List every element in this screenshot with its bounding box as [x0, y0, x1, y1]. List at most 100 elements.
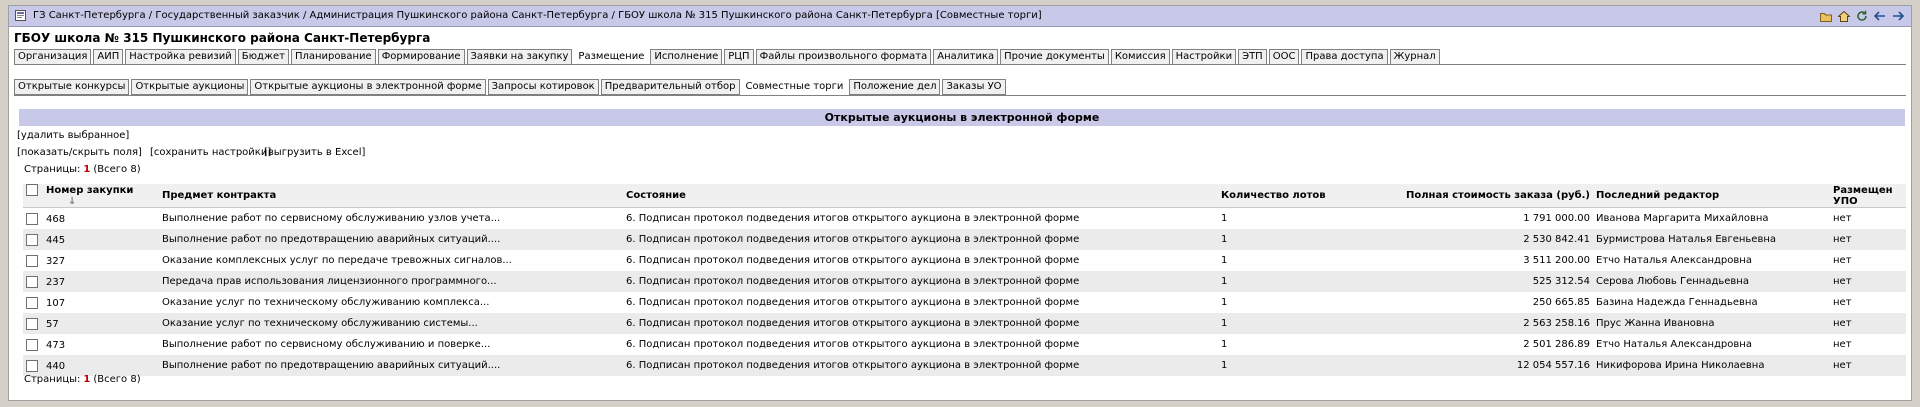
- purchase-number[interactable]: 107: [46, 298, 65, 309]
- tab-main-1[interactable]: АИП: [93, 49, 124, 65]
- tab-main-4[interactable]: Планирование: [290, 49, 376, 65]
- purchase-number[interactable]: 473: [46, 340, 65, 351]
- select-all-checkbox[interactable]: [26, 184, 38, 196]
- cell-number: 237: [23, 271, 159, 292]
- cell-number: 445: [23, 229, 159, 250]
- tab-sub-1[interactable]: Открытые аукционы: [131, 79, 249, 95]
- cell-upo: нет: [1830, 334, 1906, 355]
- refresh-icon[interactable]: [1855, 9, 1869, 23]
- tab-main-9[interactable]: РЦП: [724, 49, 754, 65]
- tab-sub-0[interactable]: Открытые конкурсы: [14, 79, 130, 95]
- export-excel-link[interactable]: [выгрузить в Excel]: [264, 147, 365, 158]
- cell-state: 6. Подписан протокол подведения итогов о…: [623, 292, 1218, 313]
- home-icon[interactable]: [1837, 9, 1851, 23]
- tab-main-8[interactable]: Исполнение: [650, 49, 723, 65]
- col-header-upo[interactable]: Размещен УПО: [1830, 184, 1906, 208]
- table-row[interactable]: 468 Выполнение работ по сервисному обслуж…: [23, 207, 1906, 229]
- page-link[interactable]: 1: [83, 164, 90, 175]
- tab-main-16[interactable]: ООС: [1268, 49, 1300, 65]
- tab-main-6[interactable]: Заявки на закупку: [466, 49, 573, 65]
- tab-main-5[interactable]: Формирование: [377, 49, 465, 65]
- toggle-fields-link[interactable]: [показать/скрыть поля]: [17, 147, 142, 158]
- col-header-cost[interactable]: Полная стоимость заказа (руб.): [1367, 184, 1593, 208]
- row-checkbox[interactable]: [26, 296, 38, 309]
- row-checkbox[interactable]: [26, 212, 38, 225]
- subtabs-divider: [14, 95, 1906, 96]
- cell-subject[interactable]: Оказание комплексных услуг по передаче т…: [159, 250, 623, 271]
- table-row[interactable]: 327 Оказание комплексных услуг по передач…: [23, 250, 1906, 271]
- cell-upo: нет: [1830, 355, 1906, 376]
- tab-sub-4[interactable]: Предварительный отбор: [600, 79, 740, 95]
- cell-subject[interactable]: Оказание услуг по техническому обслужива…: [159, 313, 623, 334]
- cell-subject[interactable]: Выполнение работ по сервисному обслужива…: [159, 207, 623, 229]
- row-checkbox[interactable]: [26, 233, 38, 246]
- tab-sub-6[interactable]: Положение дел: [849, 79, 941, 95]
- cell-editor: Етчо Наталья Александровна: [1593, 334, 1830, 355]
- toolbar: [1819, 9, 1905, 23]
- cell-editor: Иванова Маргарита Михайловна: [1593, 207, 1830, 229]
- col-header-subject[interactable]: Предмет контракта: [159, 184, 623, 208]
- tab-main-13[interactable]: Комиссия: [1110, 49, 1170, 65]
- purchase-number[interactable]: 237: [46, 277, 65, 288]
- table-row[interactable]: 237 Передача прав использования лицензион…: [23, 271, 1906, 292]
- tab-main-2[interactable]: Настройка ревизий: [125, 49, 236, 65]
- cell-state: 6. Подписан протокол подведения итогов о…: [623, 207, 1218, 229]
- tab-main-3[interactable]: Бюджет: [237, 49, 289, 65]
- col-header-number[interactable]: Номер закупки↓: [23, 184, 159, 208]
- cell-subject[interactable]: Выполнение работ по предотвращению авари…: [159, 229, 623, 250]
- folder-icon[interactable]: [1819, 9, 1833, 23]
- tab-sub-2[interactable]: Открытые аукционы в электронной форме: [250, 79, 486, 95]
- delete-selected-link[interactable]: [удалить выбранное]: [17, 130, 129, 141]
- row-checkbox[interactable]: [26, 338, 38, 351]
- cell-editor: Серова Любовь Геннадьевна: [1593, 271, 1830, 292]
- table-header: Номер закупки↓ Предмет контракта Состоян…: [23, 184, 1906, 208]
- tab-sub-5[interactable]: Совместные торги: [741, 79, 848, 94]
- purchase-number[interactable]: 57: [46, 319, 59, 330]
- save-settings-link[interactable]: [сохранить настройки]: [150, 147, 271, 158]
- forward-arrow-icon[interactable]: [1891, 9, 1905, 23]
- col-header-state[interactable]: Состояние: [623, 184, 1218, 208]
- tab-main-0[interactable]: Организация: [14, 49, 92, 65]
- cell-subject[interactable]: Передача прав использования лицензионног…: [159, 271, 623, 292]
- cell-cost: 12 054 557.16: [1367, 355, 1593, 376]
- table-row[interactable]: 445 Выполнение работ по предотвращению ав…: [23, 229, 1906, 250]
- tab-main-10[interactable]: Файлы произвольного формата: [755, 49, 932, 65]
- cell-lots: 1: [1218, 355, 1367, 376]
- breadcrumb: ГЗ Санкт-Петербурга / Государственный за…: [33, 10, 1042, 21]
- back-arrow-icon[interactable]: [1873, 9, 1887, 23]
- row-checkbox[interactable]: [26, 359, 38, 372]
- table-row[interactable]: 473 Выполнение работ по сервисному обслуж…: [23, 334, 1906, 355]
- table-row[interactable]: 57 Оказание услуг по техническому обслужи…: [23, 313, 1906, 334]
- tab-main-11[interactable]: Аналитика: [933, 49, 999, 65]
- purchase-number[interactable]: 445: [46, 235, 65, 246]
- cell-state: 6. Подписан протокол подведения итогов о…: [623, 271, 1218, 292]
- cell-cost: 2 530 842.41: [1367, 229, 1593, 250]
- row-checkbox[interactable]: [26, 275, 38, 288]
- row-checkbox[interactable]: [26, 317, 38, 330]
- row-checkbox[interactable]: [26, 254, 38, 267]
- tab-main-12[interactable]: Прочие документы: [1000, 49, 1109, 65]
- tab-main-15[interactable]: ЭТП: [1238, 49, 1267, 65]
- purchase-number[interactable]: 468: [46, 214, 65, 225]
- page-link[interactable]: 1: [83, 374, 90, 385]
- cell-subject[interactable]: Выполнение работ по предотвращению авари…: [159, 355, 623, 376]
- cell-editor: Прус Жанна Ивановна: [1593, 313, 1830, 334]
- cell-subject[interactable]: Оказание услуг по техническому обслужива…: [159, 292, 623, 313]
- table-row[interactable]: 107 Оказание услуг по техническому обслуж…: [23, 292, 1906, 313]
- tab-sub-7[interactable]: Заказы УО: [942, 79, 1006, 95]
- sort-down-icon[interactable]: ↓: [68, 196, 76, 207]
- tab-main-18[interactable]: Журнал: [1389, 49, 1440, 65]
- cell-lots: 1: [1218, 292, 1367, 313]
- table-row[interactable]: 440 Выполнение работ по предотвращению ав…: [23, 355, 1906, 376]
- tab-main-7[interactable]: Размещение: [574, 49, 649, 64]
- cell-editor: Етчо Наталья Александровна: [1593, 250, 1830, 271]
- app-icon: [15, 10, 26, 21]
- col-header-lots[interactable]: Количество лотов: [1218, 184, 1367, 208]
- purchase-number[interactable]: 440: [46, 361, 65, 372]
- tab-sub-3[interactable]: Запросы котировок: [487, 79, 599, 95]
- cell-subject[interactable]: Выполнение работ по сервисному обслужива…: [159, 334, 623, 355]
- tab-main-17[interactable]: Права доступа: [1301, 49, 1388, 65]
- col-header-editor[interactable]: Последний редактор: [1593, 184, 1830, 208]
- tab-main-14[interactable]: Настройки: [1171, 49, 1237, 65]
- purchase-number[interactable]: 327: [46, 256, 65, 267]
